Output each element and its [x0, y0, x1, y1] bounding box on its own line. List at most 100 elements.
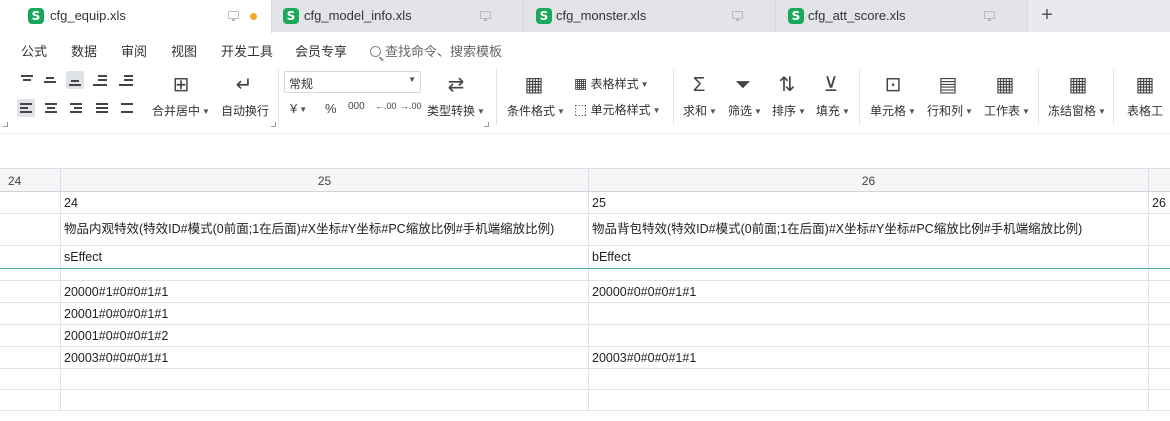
grid-cell[interactable]: 26 [1149, 192, 1170, 213]
grid-cell[interactable] [1149, 281, 1170, 302]
grid-cell[interactable]: 24 [61, 192, 589, 213]
grid-cell[interactable]: bEffect [589, 246, 1149, 268]
grid-cell[interactable]: 20001#0#0#0#1#2 [61, 325, 589, 346]
align-left-icon[interactable] [17, 99, 35, 117]
decrease-decimal-button[interactable]: →.00 [400, 101, 422, 111]
increase-indent-icon[interactable] [117, 71, 135, 89]
menu-formulas[interactable]: 公式 [21, 41, 47, 60]
table-tools-icon[interactable]: ▦ [1130, 73, 1160, 99]
column-header[interactable]: 24 [0, 169, 61, 193]
grid-cell[interactable] [0, 303, 61, 324]
merge-center-button[interactable]: 合并居中 ▼ [152, 102, 210, 119]
cell-icon[interactable]: ⊡ [878, 73, 908, 99]
freeze-panes-icon[interactable]: ▦ [1063, 73, 1093, 99]
thousands-separator-button[interactable]: 000 [348, 101, 365, 112]
grid-cell[interactable]: 20001#0#0#0#1#1 [61, 303, 589, 324]
grid-cell[interactable] [0, 390, 61, 410]
type-convert-button[interactable]: 类型转换 ▼ [427, 102, 485, 119]
percent-button[interactable]: % [325, 101, 337, 116]
grid-cell[interactable]: 物品背包特效(特效ID#模式(0前面;1在后面)#X坐标#Y坐标#PC缩放比例#… [589, 214, 1149, 245]
grid-cell[interactable] [1149, 246, 1170, 268]
menu-member[interactable]: 会员专享 [295, 41, 347, 60]
grid-cell[interactable] [61, 369, 589, 389]
tab-cfg-equip[interactable]: S cfg_equip.xls [0, 0, 272, 33]
grid-cell[interactable] [1149, 214, 1170, 245]
command-search[interactable]: 查找命令、搜索模板 [370, 41, 502, 60]
wrap-text-button[interactable]: 自动换行 [221, 102, 269, 119]
align-middle-icon[interactable] [41, 71, 59, 89]
increase-decimal-button[interactable]: ←.00 [375, 101, 397, 111]
grid-cell[interactable] [1149, 303, 1170, 324]
grid-cell[interactable] [0, 192, 61, 213]
sum-icon[interactable]: Σ [684, 73, 714, 99]
grid-cell[interactable]: 20000#1#0#0#1#1 [61, 281, 589, 302]
grid-cell[interactable] [0, 214, 61, 245]
sort-icon[interactable]: ⇅ [772, 73, 802, 99]
grid-cell[interactable] [589, 303, 1149, 324]
grid-cell[interactable] [0, 325, 61, 346]
tab-cfg-monster[interactable]: S cfg_monster.xls [524, 0, 776, 32]
monitor-icon[interactable] [732, 11, 743, 21]
grid-cell[interactable] [1149, 269, 1170, 280]
grid-cell[interactable] [1149, 390, 1170, 410]
grid-cell[interactable] [589, 325, 1149, 346]
sum-button[interactable]: 求和 ▼ [683, 102, 717, 119]
menu-view[interactable]: 视图 [171, 41, 197, 60]
currency-button[interactable]: ¥ ▼ [290, 101, 307, 116]
cell-button[interactable]: 单元格 ▼ [870, 102, 916, 119]
grid-cell[interactable] [0, 246, 61, 268]
dialog-launcher-icon[interactable] [271, 122, 276, 127]
grid-cell[interactable] [1149, 369, 1170, 389]
align-top-icon[interactable] [18, 71, 36, 89]
grid-cell[interactable]: 20000#0#0#0#1#1 [589, 281, 1149, 302]
new-tab-button[interactable]: + [1030, 0, 1064, 32]
fill-icon[interactable]: ⊻ [816, 73, 846, 99]
type-convert-icon[interactable]: ⇄ [441, 73, 471, 99]
align-right-icon[interactable] [67, 99, 85, 117]
grid-cell[interactable] [0, 281, 61, 302]
column-header[interactable]: 26 [589, 169, 1149, 193]
monitor-icon[interactable] [480, 11, 491, 21]
grid-cell[interactable] [0, 269, 61, 280]
column-header[interactable] [1149, 169, 1170, 193]
grid-cell[interactable]: 物品内观特效(特效ID#模式(0前面;1在后面)#X坐标#Y坐标#PC缩放比例#… [61, 214, 589, 245]
menu-data[interactable]: 数据 [71, 41, 97, 60]
grid-cell[interactable] [61, 390, 589, 410]
decrease-indent-icon[interactable] [91, 71, 109, 89]
column-header[interactable]: 25 [61, 169, 589, 193]
grid-cell[interactable] [589, 369, 1149, 389]
table-style-button[interactable]: ▦ 表格样式 ▼ [574, 75, 649, 92]
monitor-icon[interactable] [228, 11, 239, 21]
grid-cell[interactable] [1149, 347, 1170, 368]
wrap-text-icon[interactable]: ↵ [229, 73, 259, 99]
worksheet-icon[interactable]: ▦ [990, 73, 1020, 99]
merge-center-icon[interactable]: ⊞ [166, 73, 196, 99]
grid-cell[interactable]: 20003#0#0#0#1#1 [61, 347, 589, 368]
cell-style-button[interactable]: ⬚ 单元格样式 ▼ [574, 101, 661, 118]
align-center-icon[interactable] [42, 99, 60, 117]
grid-cell[interactable] [0, 369, 61, 389]
dialog-launcher-icon[interactable] [3, 122, 8, 127]
number-format-dropdown[interactable]: 常规 ▼ [284, 71, 421, 93]
grid-cell[interactable]: 20003#0#0#0#1#1 [589, 347, 1149, 368]
grid-cell[interactable] [0, 347, 61, 368]
row-col-button[interactable]: 行和列 ▼ [927, 102, 973, 119]
grid-cell[interactable]: 25 [589, 192, 1149, 213]
justify-icon[interactable] [93, 99, 111, 117]
monitor-icon[interactable] [984, 11, 995, 21]
grid-cell[interactable] [1149, 325, 1170, 346]
conditional-format-button[interactable]: 条件格式 ▼ [507, 102, 565, 119]
filter-icon[interactable]: ⏷ [728, 73, 758, 99]
grid-cell[interactable]: sEffect [61, 246, 589, 268]
row-col-icon[interactable]: ▤ [933, 73, 963, 99]
menu-developer[interactable]: 开发工具 [221, 41, 273, 60]
filter-button[interactable]: 筛选 ▼ [728, 102, 762, 119]
align-bottom-icon[interactable] [66, 71, 84, 89]
tab-cfg-att-score[interactable]: S cfg_att_score.xls [776, 0, 1028, 32]
worksheet-button[interactable]: 工作表 ▼ [984, 102, 1030, 119]
freeze-panes-button[interactable]: 冻结窗格 ▼ [1048, 102, 1106, 119]
distributed-align-icon[interactable] [118, 99, 136, 117]
tab-cfg-model-info[interactable]: S cfg_model_info.xls [272, 0, 524, 32]
grid-cell[interactable] [61, 269, 589, 280]
fill-button[interactable]: 填充 ▼ [816, 102, 850, 119]
